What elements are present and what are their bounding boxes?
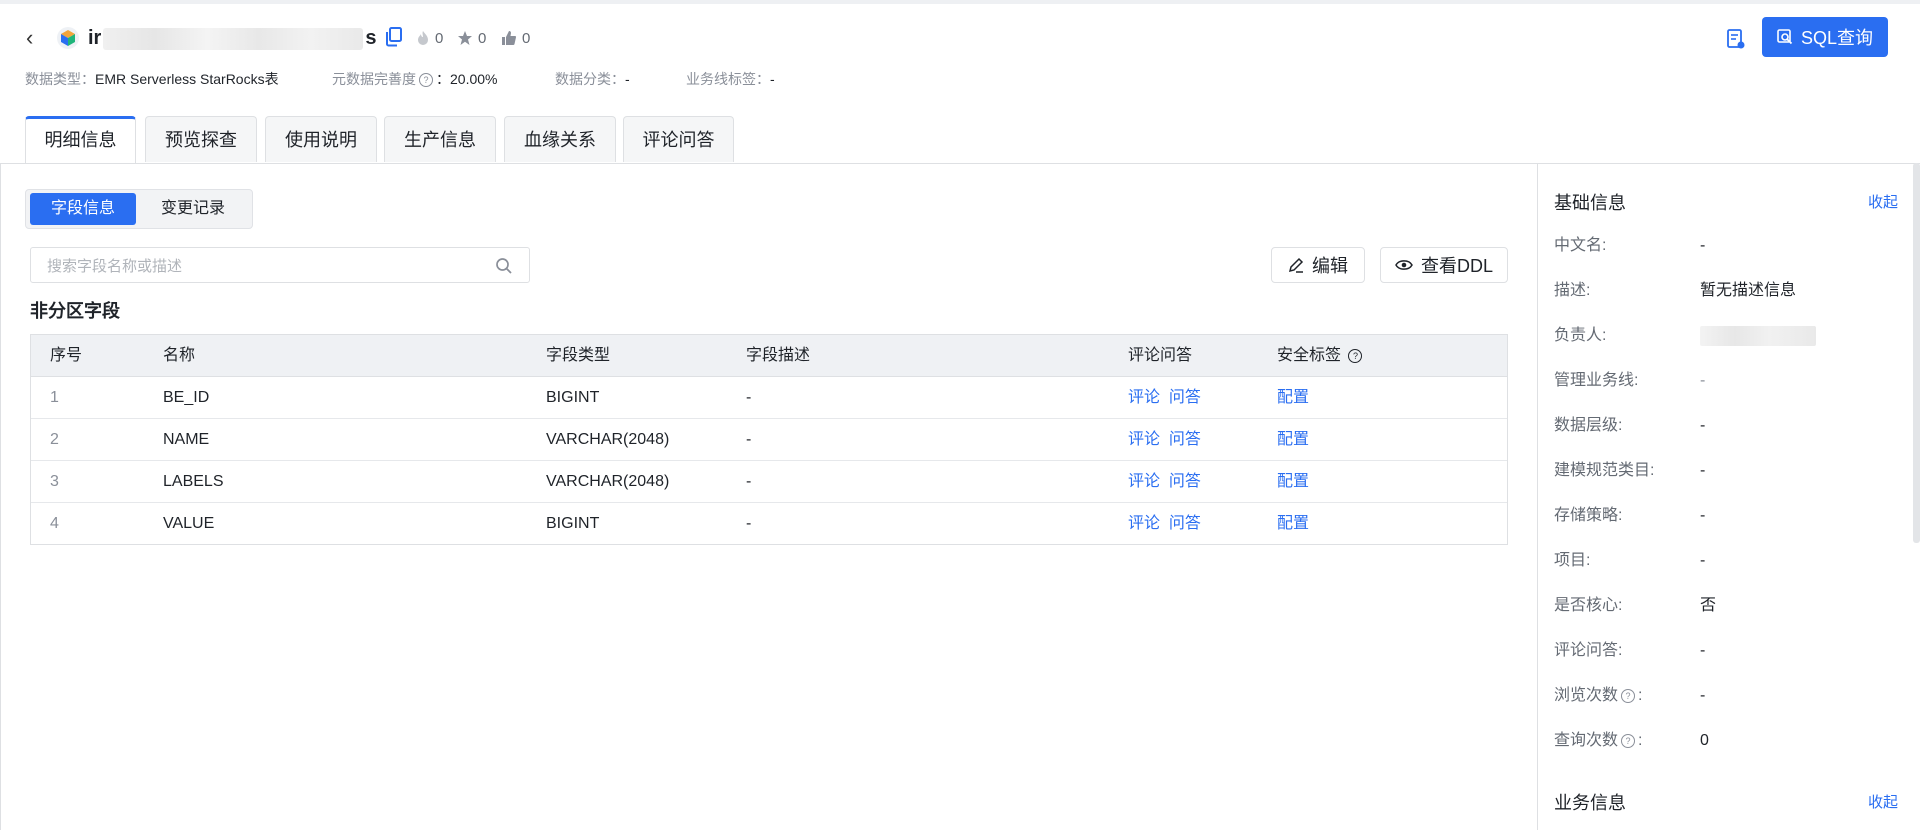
comment-link[interactable]: 评论: [1128, 473, 1160, 490]
title-redacted: [103, 27, 364, 50]
help-icon[interactable]: ?: [1348, 348, 1363, 363]
document-settings-icon[interactable]: [1726, 28, 1746, 50]
title-suffix: s: [365, 27, 377, 49]
back-icon[interactable]: ‹: [26, 26, 46, 50]
fire-icon: [418, 31, 428, 45]
help-icon[interactable]: ?: [1621, 733, 1636, 748]
table-row: 2 NAME VARCHAR(2048) - 评论 问答 配置: [31, 419, 1507, 461]
config-link[interactable]: 配置: [1277, 389, 1309, 406]
view-ddl-button[interactable]: 查看DDL: [1380, 247, 1508, 283]
tab-preview[interactable]: 预览探查: [145, 116, 257, 162]
title-prefix: ir: [88, 27, 102, 49]
table-header: 序号 名称 字段类型 字段描述 评论问答 安全标签 ?: [31, 335, 1507, 377]
tab-comments[interactable]: 评论问答: [623, 116, 734, 162]
header-comments: 评论问答: [1128, 347, 1193, 364]
tab-usage[interactable]: 使用说明: [265, 116, 377, 162]
tab-lineage[interactable]: 血缘关系: [504, 116, 616, 162]
basic-info-collapse[interactable]: 收起: [1868, 191, 1898, 212]
non-partition-fields-title: 非分区字段: [30, 301, 120, 321]
meta-completeness: 元数据完善度? ：20.00%: [332, 71, 498, 88]
copy-icon[interactable]: [385, 27, 403, 47]
like-stat[interactable]: 0: [501, 27, 530, 49]
tab-production[interactable]: 生产信息: [384, 116, 496, 162]
sql-query-label: SQL查询: [1800, 28, 1874, 48]
header-index: 序号: [50, 347, 83, 364]
hot-count: 0: [435, 29, 444, 47]
starrocks-logo-icon: [57, 27, 79, 49]
meta-business-tag: 业务线标签：-: [686, 71, 775, 87]
star-stat[interactable]: 0: [457, 27, 486, 49]
search-input[interactable]: [45, 248, 489, 284]
business-info-collapse[interactable]: 收起: [1868, 791, 1898, 812]
search-icon[interactable]: [495, 257, 513, 275]
header-type: 字段类型: [546, 347, 611, 364]
like-count: 0: [522, 29, 531, 47]
field-view-switch: 字段信息 变更记录: [25, 189, 253, 229]
view-ddl-label: 查看DDL: [1420, 256, 1493, 276]
help-icon[interactable]: ?: [1621, 688, 1636, 703]
sql-search-icon: [1777, 29, 1793, 45]
header-description: 字段描述: [746, 347, 811, 364]
info-sidebar: 基础信息 收起 中文名: - 描述: 暂无描述信息 负责人: 管理业务线: - 数据层…: [1537, 163, 1920, 830]
qa-link[interactable]: 问答: [1169, 473, 1201, 490]
edit-icon: [1288, 257, 1304, 273]
config-link[interactable]: 配置: [1277, 473, 1309, 490]
edit-button[interactable]: 编辑: [1271, 247, 1365, 283]
table-row: 1 BE_ID BIGINT - 评论 问答 配置: [31, 377, 1507, 419]
content-left-border: [0, 163, 1, 830]
basic-info-title: 基础信息: [1554, 193, 1626, 213]
segment-fields[interactable]: 字段信息: [30, 193, 136, 225]
thumbs-up-icon: [502, 31, 517, 46]
field-search: [30, 247, 530, 284]
edit-label: 编辑: [1312, 256, 1348, 276]
tab-details[interactable]: 明细信息: [25, 116, 136, 164]
sql-query-button[interactable]: SQL查询: [1762, 17, 1888, 57]
segment-changelog[interactable]: 变更记录: [140, 193, 246, 225]
eye-icon: [1395, 260, 1413, 270]
star-icon: [458, 31, 472, 45]
qa-link[interactable]: 问答: [1169, 389, 1201, 406]
fields-table: 序号 名称 字段类型 字段描述 评论问答 安全标签 ? 1 BE_ID BIGI…: [30, 334, 1508, 545]
help-icon[interactable]: ?: [419, 73, 433, 88]
hot-stat[interactable]: 0: [416, 27, 443, 49]
header-name: 名称: [163, 347, 196, 364]
meta-data-category: 数据分类：-: [555, 71, 630, 87]
owner-redacted: [1700, 325, 1816, 346]
comment-link[interactable]: 评论: [1128, 431, 1160, 448]
config-link[interactable]: 配置: [1277, 431, 1309, 448]
sidebar-scrollbar[interactable]: [1913, 163, 1920, 543]
header-security-tag: 安全标签 ?: [1277, 335, 1365, 376]
comment-link[interactable]: 评论: [1128, 515, 1160, 532]
meta-data-type: 数据类型：EMR Serverless StarRocks表: [25, 71, 279, 87]
table-row: 3 LABELS VARCHAR(2048) - 评论 问答 配置: [31, 461, 1507, 503]
table-title: ir s: [88, 24, 376, 52]
star-count: 0: [478, 29, 487, 47]
table-row: 4 VALUE BIGINT - 评论 问答 配置: [50, 515, 1310, 532]
qa-link[interactable]: 问答: [1169, 431, 1201, 448]
config-link[interactable]: 配置: [1277, 515, 1309, 532]
business-info-title: 业务信息: [1554, 793, 1626, 813]
qa-link[interactable]: 问答: [1169, 515, 1201, 532]
comment-link[interactable]: 评论: [1128, 389, 1160, 406]
